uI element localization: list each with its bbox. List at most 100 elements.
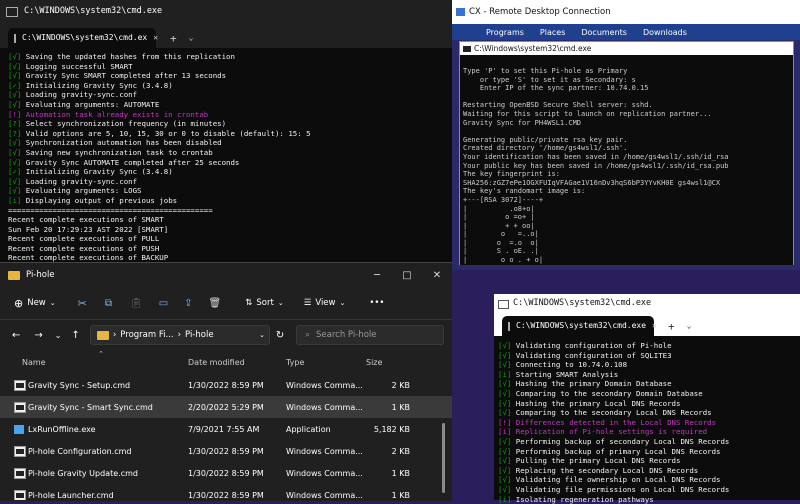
rdc-menu-item[interactable]: Documents — [581, 28, 627, 37]
cmd-top-line: [✓] Initializing Gravity Sync (3.4.8) — [8, 81, 452, 91]
file-row[interactable]: Gravity Sync - Smart Sync.cmd2/20/2022 5… — [0, 396, 452, 418]
file-row[interactable]: Pi-hole Configuration.cmd1/30/2022 8:59 … — [0, 440, 452, 462]
up-arrow-icon[interactable]: ↑ — [71, 330, 79, 341]
cmd-top-line: [?] Select synchronization frequency (in… — [8, 119, 452, 129]
file-row[interactable]: Pi-hole Launcher.cmd1/30/2022 8:59 PMWin… — [0, 484, 452, 500]
explorer-titlebar[interactable]: Pi-hole ─ □ ✕ — [0, 263, 452, 287]
cmd-bottom-titlebar[interactable]: C:\WINDOWS\system32\cmd.exe — [494, 294, 800, 314]
close-icon[interactable]: ✕ — [153, 33, 158, 43]
cut-icon[interactable]: ✂ — [78, 297, 87, 310]
plus-circle-icon: ⊕ — [14, 297, 23, 310]
share-icon[interactable]: ⇪ — [184, 298, 192, 309]
column-type[interactable]: Type — [286, 358, 304, 367]
close-icon[interactable]: ✕ — [652, 321, 657, 331]
file-row[interactable]: Gravity Sync - Setup.cmd1/30/2022 8:59 P… — [0, 374, 452, 396]
paste-icon[interactable]: 📋︎ — [130, 298, 143, 309]
file-list-header: Name Date modified Type Size ⌃ — [0, 350, 452, 374]
chevron-down-icon[interactable]: ⌄ — [687, 321, 692, 331]
file-date: 1/30/2022 8:59 PM — [188, 381, 264, 390]
rdc-menu-item[interactable]: Downloads — [643, 28, 687, 37]
view-icon: ☰ — [304, 298, 312, 308]
cmd-bottom-line: [√] Hashing the primary Local DNS Record… — [498, 399, 800, 409]
file-name: Pi-hole Launcher.cmd — [28, 491, 114, 500]
cmd-top-line: Sun Feb 20 17:29:23 AST 2022 [SMART] — [8, 225, 452, 235]
cmd-bottom-line: [√] Validating configuration of SQLITE3 — [498, 351, 800, 361]
sort-button-label: Sort — [256, 298, 273, 308]
cmd-window-top: C:\WINDOWS\system32\cmd.exe C:\WINDOWS\s… — [0, 0, 452, 266]
cmd-top-line: [√] Evaluating arguments: LOGS — [8, 186, 452, 196]
file-size: 2 KB — [392, 447, 410, 456]
cmd-bottom-line: [√] Comparing to the secondary Local DNS… — [498, 408, 800, 418]
search-box[interactable]: ⌕ Search Pi-hole — [296, 325, 444, 345]
sort-button[interactable]: ⇅ Sort ⌄ — [245, 298, 283, 308]
cmd-bottom-line: [√] Validating configuration of Pi-hole — [498, 341, 800, 351]
breadcrumb-pi-hole[interactable]: Pi-hole — [185, 330, 214, 340]
scrollbar-thumb[interactable] — [442, 423, 445, 493]
file-type: Windows Comma... — [286, 469, 363, 478]
forward-arrow-icon[interactable]: → — [34, 330, 42, 341]
maximize-button[interactable]: □ — [392, 270, 422, 281]
cmd-top-line: [√] Gravity Sync AUTOMATE completed afte… — [8, 158, 452, 168]
cmd-top-tab[interactable]: C:\WINDOWS\system32\cmd.ex ✕ — [8, 28, 156, 48]
cmd-bottom-tab[interactable]: C:\WINDOWS\system32\cmd.exe ✕ — [502, 316, 654, 336]
rdc-line: Waiting for this script to launch on rep… — [463, 110, 793, 119]
address-bar[interactable]: › Program Fi... › Pi-hole ⌄ — [90, 325, 270, 345]
rdc-line: Type 'P' to set this Pi-hole as Primary — [463, 67, 793, 76]
view-button[interactable]: ☰ View ⌄ — [304, 298, 346, 308]
explorer-navbar: ← → ⌄ ↑ › Program Fi... › Pi-hole ⌄ ↻ ⌕ … — [0, 320, 452, 350]
rdc-line: SHA256:zGZ7ePe1OGXFUIqVFAGae1V16nDv3hqS6… — [463, 179, 793, 188]
file-date: 1/30/2022 8:59 PM — [188, 447, 264, 456]
column-date[interactable]: Date modified — [188, 358, 245, 367]
refresh-icon[interactable]: ↻ — [276, 330, 284, 341]
column-name[interactable]: Name — [22, 358, 46, 367]
terminal-icon — [14, 34, 16, 43]
minimize-button[interactable]: ─ — [362, 270, 392, 281]
back-arrow-icon[interactable]: ← — [12, 330, 20, 341]
explorer-window: Pi-hole ─ □ ✕ ⊕ New ⌄ ✂ ⧉ 📋︎ ▭ ⇪ 🗑︎ ⇅ So… — [0, 262, 452, 501]
rdc-titlebar[interactable]: CX - Remote Desktop Connection — [452, 0, 800, 24]
breadcrumb-program-files[interactable]: Program Fi... — [120, 330, 173, 340]
file-row[interactable]: LxRunOffline.exe7/9/2021 7:55 AMApplicat… — [0, 418, 452, 440]
chevron-down-icon: ⌄ — [50, 299, 56, 307]
cmd-top-line: Recent complete executions of SMART — [8, 215, 452, 225]
file-name: LxRunOffline.exe — [28, 425, 96, 434]
chevron-down-icon[interactable]: ⌄ — [55, 331, 62, 340]
file-type: Windows Comma... — [286, 403, 363, 412]
file-date: 7/9/2021 7:55 AM — [188, 425, 259, 434]
more-options-button[interactable]: ••• — [369, 298, 384, 308]
file-row[interactable]: Pi-hole Gravity Update.cmd1/30/2022 8:59… — [0, 462, 452, 484]
new-tab-button[interactable]: + — [668, 322, 675, 332]
chevron-down-icon[interactable]: ⌄ — [189, 33, 194, 43]
chevron-down-icon: ⌄ — [278, 299, 284, 307]
file-size: 2 KB — [392, 381, 410, 390]
column-size[interactable]: Size — [366, 358, 382, 367]
cmd-bottom-line: [√] Replacing the secondary Local DNS Re… — [498, 466, 800, 476]
copy-icon[interactable]: ⧉ — [105, 298, 112, 309]
rdc-menu-item[interactable]: Places — [540, 28, 565, 37]
rdc-line: Generating public/private rsa key pair. — [463, 136, 793, 145]
chevron-down-icon[interactable]: ⌄ — [259, 331, 265, 339]
cmd-bottom-line: [i] Starting SMART Analysis — [498, 370, 800, 380]
view-button-label: View — [315, 298, 335, 308]
new-tab-button[interactable]: + — [170, 34, 177, 44]
delete-icon[interactable]: 🗑︎ — [209, 298, 222, 309]
cmd-top-line: [√] Synchronization automation has been … — [8, 138, 452, 148]
cmd-bottom-line: [√] Performing backup of secondary Local… — [498, 437, 800, 447]
rdc-line: Enter IP of the sync partner: 10.74.0.15 — [463, 84, 793, 93]
new-button[interactable]: ⊕ New ⌄ — [14, 297, 56, 310]
cmd-icon — [14, 490, 26, 501]
cmd-bottom-line: [√] Pulling the primary Local DNS Record… — [498, 456, 800, 466]
file-type: Windows Comma... — [286, 447, 363, 456]
rdc-window: CX - Remote Desktop Connection Programs P… — [452, 0, 800, 270]
terminal-icon — [498, 300, 509, 309]
terminal-icon — [6, 7, 18, 17]
rename-icon[interactable]: ▭ — [159, 298, 168, 309]
cmd-top-titlebar[interactable]: C:\WINDOWS\system32\cmd.exe — [0, 0, 452, 24]
cmd-top-tabbar: C:\WINDOWS\system32\cmd.ex ✕ + ⌄ — [0, 24, 452, 48]
close-button[interactable]: ✕ — [422, 270, 452, 281]
cmd-top-line: [√] Evaluating arguments: AUTOMATE — [8, 100, 452, 110]
cmd-icon — [14, 402, 26, 413]
cmd-top-line: Recent complete executions of PUSH — [8, 244, 452, 254]
rdc-menu-item[interactable]: Programs — [486, 28, 524, 37]
rdc-inner-titlebar[interactable]: C:\Windows\system32\cmd.exe — [460, 42, 793, 55]
